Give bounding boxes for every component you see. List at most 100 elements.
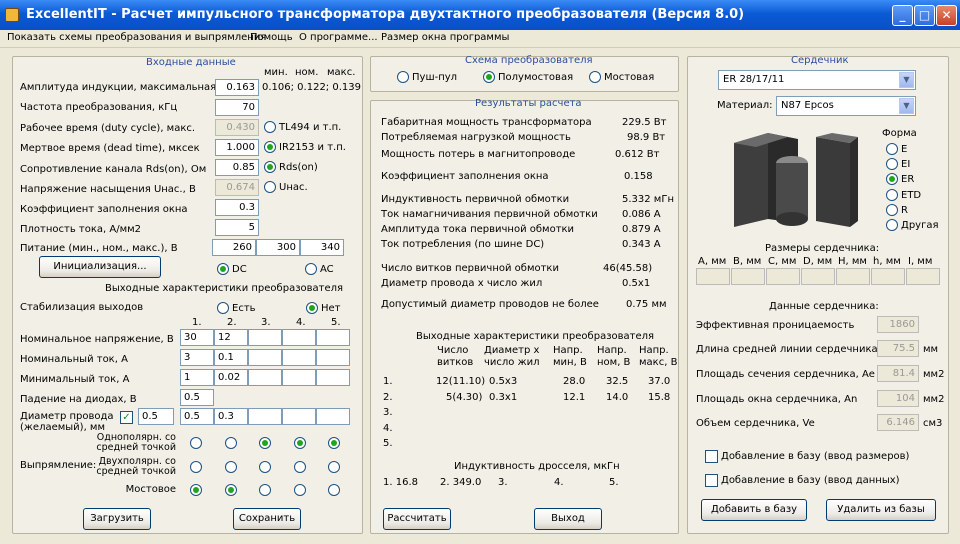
min-current-4[interactable] [282,369,316,386]
shape-r-radio[interactable] [886,204,898,216]
permeability-input[interactable]: 1860 [877,316,919,333]
rds-radio[interactable] [264,161,276,173]
wire-diameter-checkbox[interactable]: ✓ [120,411,133,424]
core-select[interactable]: ER 28/17/11 ▼ [718,70,916,90]
result-core-loss-value: 0.612 Вт [615,149,660,160]
material-select[interactable]: N87 Epcos ▼ [776,96,916,116]
duty-cycle-input[interactable]: 0.430 [215,119,259,136]
close-button[interactable]: ✕ [936,5,957,26]
wire-diameter-4[interactable] [282,408,316,425]
nominal-current-2[interactable]: 0.1 [214,349,248,366]
remove-from-db-button[interactable]: Удалить из базы [826,499,936,521]
rect-bridge-radio-5[interactable] [328,484,340,496]
ve-input[interactable]: 6.146 [877,414,919,431]
supply-max-input[interactable]: 340 [300,239,344,256]
wire-diameter-5[interactable] [316,408,350,425]
shape-e-radio[interactable] [886,143,898,155]
add-dims-checkbox[interactable] [705,450,718,463]
min-current-3[interactable] [248,369,282,386]
dim-c-input[interactable] [766,268,800,285]
chevron-down-icon[interactable]: ▼ [899,72,914,88]
dim-a-input[interactable] [696,268,730,285]
rect-bridge-radio-4[interactable] [294,484,306,496]
dc-radio[interactable] [217,263,229,275]
rds-input[interactable]: 0.85 [215,159,259,176]
ir2153-radio[interactable] [264,141,276,153]
shape-ei-radio[interactable] [886,158,898,170]
min-current-1[interactable]: 1 [180,369,214,386]
nominal-current-3[interactable] [248,349,282,366]
nominal-voltage-4[interactable] [282,329,316,346]
bridge-radio[interactable] [589,71,601,83]
min-current-5[interactable] [316,369,350,386]
rect-bipolar-radio-3[interactable] [259,461,271,473]
rect-unipolar-radio-4[interactable] [294,437,306,449]
wire-diameter-1[interactable]: 0.5 [180,408,214,425]
result-dc-current-label: Ток потребления (по шине DC) [381,239,545,250]
frequency-input[interactable]: 70 [215,99,259,116]
dim-i-input[interactable] [906,268,940,285]
dim-b-input[interactable] [731,268,765,285]
wire-diameter-3[interactable] [248,408,282,425]
induction-input[interactable]: 0.163 [215,79,259,96]
rect-bridge-radio-3[interactable] [259,484,271,496]
nominal-current-5[interactable] [316,349,350,366]
rect-bridge-radio-2[interactable] [225,484,237,496]
nominal-current-1[interactable]: 3 [180,349,214,366]
nominal-voltage-1[interactable]: 30 [180,329,214,346]
tl494-radio[interactable] [264,121,276,133]
stab-yes-radio[interactable] [217,302,229,314]
dim-h-input[interactable] [836,268,870,285]
save-button[interactable]: Сохранить [233,508,301,530]
shape-other-radio[interactable] [886,219,898,231]
pushpull-radio[interactable] [397,71,409,83]
supply-nom-input[interactable]: 300 [256,239,300,256]
maximize-button[interactable]: □ [914,5,935,26]
minimize-button[interactable]: _ [892,5,913,26]
le-input[interactable]: 75.5 [877,340,919,357]
halfbridge-radio[interactable] [483,71,495,83]
chevron-down-icon[interactable]: ▼ [899,98,914,114]
min-current-2[interactable]: 0.02 [214,369,248,386]
menu-help[interactable]: Помощь [250,32,293,43]
wire-diameter-default[interactable]: 0.5 [138,408,174,425]
diode-drop-input[interactable]: 0.5 [180,389,214,406]
dim-d-input[interactable] [801,268,835,285]
supply-min-input[interactable]: 260 [212,239,256,256]
add-data-checkbox[interactable] [705,474,718,487]
shape-etd-radio[interactable] [886,189,898,201]
current-density-input[interactable]: 5 [215,219,259,236]
shape-er-radio[interactable] [886,173,898,185]
nominal-voltage-5[interactable] [316,329,350,346]
rect-unipolar-radio-3[interactable] [259,437,271,449]
ac-radio[interactable] [305,263,317,275]
nominal-voltage-2[interactable]: 12 [214,329,248,346]
rect-unipolar-radio-1[interactable] [190,437,202,449]
wire-diameter-2[interactable]: 0.3 [214,408,248,425]
menu-schemes[interactable]: Показать схемы преобразования и выпрямле… [7,32,266,43]
rect-bridge-radio-1[interactable] [190,484,202,496]
usat-input[interactable]: 0.674 [215,179,259,196]
nominal-voltage-3[interactable] [248,329,282,346]
rect-bipolar-radio-2[interactable] [225,461,237,473]
nominal-current-4[interactable] [282,349,316,366]
calculate-button[interactable]: Рассчитать [383,508,451,530]
load-button[interactable]: Загрузить [83,508,151,530]
rect-bipolar-radio-5[interactable] [328,461,340,473]
menu-window-size[interactable]: Размер окна программы [381,32,509,43]
usat-radio[interactable] [264,181,276,193]
rect-bipolar-radio-4[interactable] [294,461,306,473]
an-input[interactable]: 104 [877,390,919,407]
menu-about[interactable]: О программе... [299,32,378,43]
add-to-db-button[interactable]: Добавить в базу [701,499,807,521]
rect-bipolar-radio-1[interactable] [190,461,202,473]
init-button[interactable]: Инициализация... [39,256,161,278]
dim-h2-input[interactable] [871,268,905,285]
ae-input[interactable]: 81.4 [877,365,919,382]
rect-unipolar-radio-5[interactable] [328,437,340,449]
window-fill-input[interactable]: 0.3 [215,199,259,216]
dead-time-input[interactable]: 1.000 [215,139,259,156]
exit-button[interactable]: Выход [534,508,602,530]
rect-unipolar-radio-2[interactable] [225,437,237,449]
stab-no-radio[interactable] [306,302,318,314]
